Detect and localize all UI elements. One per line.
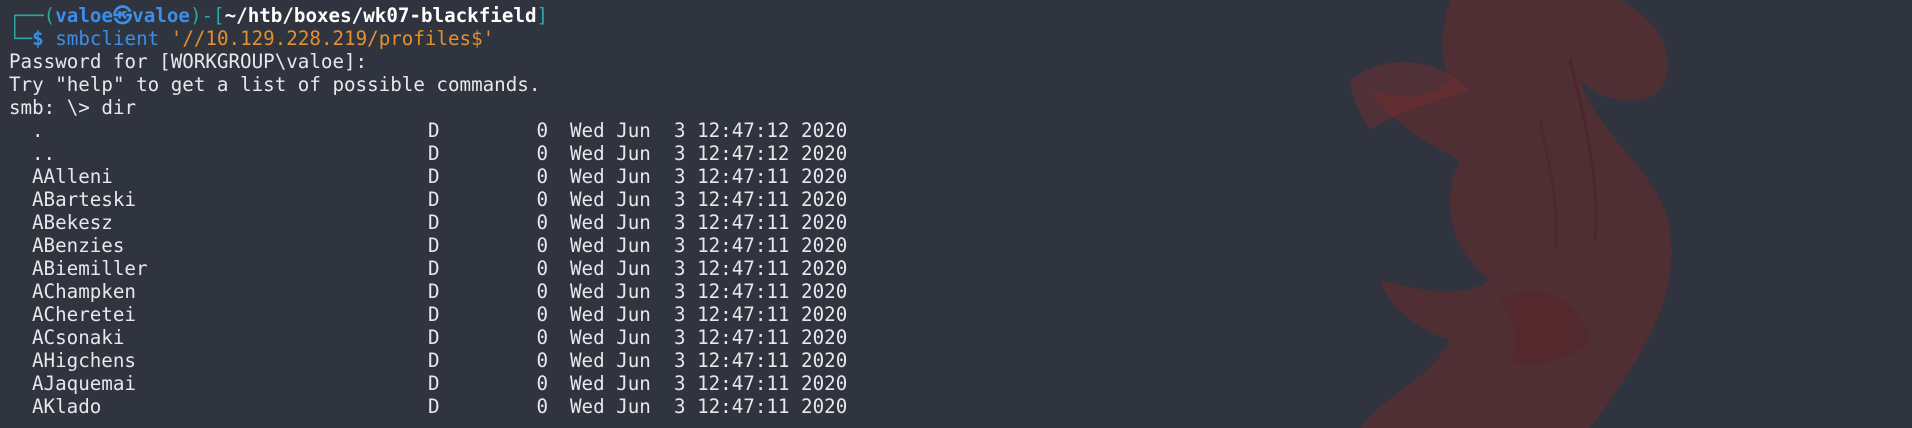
help-hint: Try "help" to get a list of possible com… xyxy=(9,73,541,96)
smb-prompt: smb: \> xyxy=(9,96,102,119)
listing-row: AAlleni D 0 Wed Jun 3 12:47:11 2020 xyxy=(9,165,1912,188)
entry-date: Wed Jun 3 12:47:11 2020 xyxy=(570,349,848,372)
command-name: smbclient xyxy=(55,27,160,50)
entry-size: 0 xyxy=(536,142,548,165)
entry-date: Wed Jun 3 12:47:11 2020 xyxy=(570,165,848,188)
entry-attr: D xyxy=(428,326,440,349)
prompt-path: ~/htb/boxes/wk07-blackfield xyxy=(224,4,537,27)
entry-attr: D xyxy=(428,119,440,142)
entry-attr: D xyxy=(428,234,440,257)
prompt-host: valoe xyxy=(132,4,190,27)
entry-date: Wed Jun 3 12:47:11 2020 xyxy=(570,303,848,326)
entry-date: Wed Jun 3 12:47:11 2020 xyxy=(570,395,848,418)
entry-size: 0 xyxy=(536,211,548,234)
entry-attr: D xyxy=(428,395,440,418)
smb-prompt-line: smb: \> dir xyxy=(9,96,1912,119)
listing-row: ACheretei D 0 Wed Jun 3 12:47:11 2020 xyxy=(9,303,1912,326)
entry-name: ABarteski xyxy=(32,188,136,211)
entry-size: 0 xyxy=(536,395,548,418)
entry-name: . xyxy=(32,119,44,142)
entry-date: Wed Jun 3 12:47:11 2020 xyxy=(570,211,848,234)
entry-name: AChampken xyxy=(32,280,136,303)
prompt-frame-bottom: └─ xyxy=(9,27,33,50)
entry-date: Wed Jun 3 12:47:11 2020 xyxy=(570,372,848,395)
entry-size: 0 xyxy=(536,372,548,395)
entry-name: .. xyxy=(32,142,56,165)
entry-name: ACsonaki xyxy=(32,326,125,349)
entry-size: 0 xyxy=(536,257,548,280)
listing-row: AJaquemai D 0 Wed Jun 3 12:47:11 2020 xyxy=(9,372,1912,395)
entry-name: AJaquemai xyxy=(32,372,136,395)
entry-date: Wed Jun 3 12:47:11 2020 xyxy=(570,188,848,211)
terminal-output: ┌──(valoe㉿valoe)-[~/htb/boxes/wk07-black… xyxy=(9,4,1912,428)
entry-size: 0 xyxy=(536,349,548,372)
listing-row: ABenzies D 0 Wed Jun 3 12:47:11 2020 xyxy=(9,234,1912,257)
command-line: └─$ smbclient '//10.129.228.219/profiles… xyxy=(9,27,1912,50)
entry-attr: D xyxy=(428,257,440,280)
entry-size: 0 xyxy=(536,119,548,142)
prompt-frame-end: ] xyxy=(536,4,549,27)
entry-name: AAlleni xyxy=(32,165,113,188)
entry-name: ABiemiller xyxy=(32,257,148,280)
listing-row: ABekesz D 0 Wed Jun 3 12:47:11 2020 xyxy=(9,211,1912,234)
password-prompt: Password for [WORKGROUP\valoe]: xyxy=(9,50,368,73)
entry-name: AHigchens xyxy=(32,349,136,372)
entry-size: 0 xyxy=(536,234,548,257)
entry-size: 0 xyxy=(536,303,548,326)
listing-row: ABarteski D 0 Wed Jun 3 12:47:11 2020 xyxy=(9,188,1912,211)
entry-name: ABekesz xyxy=(32,211,113,234)
entry-attr: D xyxy=(428,280,440,303)
entry-attr: D xyxy=(428,165,440,188)
prompt-dollar: $ xyxy=(32,27,44,50)
entry-size: 0 xyxy=(536,165,548,188)
entry-size: 0 xyxy=(536,188,548,211)
listing-row: .. D 0 Wed Jun 3 12:47:12 2020 xyxy=(9,142,1912,165)
listing-row: ACsonaki D 0 Wed Jun 3 12:47:11 2020 xyxy=(9,326,1912,349)
prompt-line: ┌──(valoe㉿valoe)-[~/htb/boxes/wk07-black… xyxy=(9,4,1912,27)
entry-date: Wed Jun 3 12:47:12 2020 xyxy=(570,119,848,142)
prompt-user: valoe xyxy=(55,4,113,27)
entry-date: Wed Jun 3 12:47:12 2020 xyxy=(570,142,848,165)
entry-date: Wed Jun 3 12:47:11 2020 xyxy=(570,280,848,303)
prompt-at-symbol: ㉿ xyxy=(112,4,133,27)
entry-name: ABenzies xyxy=(32,234,125,257)
entry-size: 0 xyxy=(536,280,548,303)
entry-attr: D xyxy=(428,303,440,326)
listing-row: ABiemiller D 0 Wed Jun 3 12:47:11 2020 xyxy=(9,257,1912,280)
listing-row: AHigchens D 0 Wed Jun 3 12:47:11 2020 xyxy=(9,349,1912,372)
listing-row: . D 0 Wed Jun 3 12:47:12 2020 xyxy=(9,119,1912,142)
entry-attr: D xyxy=(428,211,440,234)
prompt-frame-top: ┌──( xyxy=(9,4,56,27)
entry-attr: D xyxy=(428,142,440,165)
prompt-frame-mid: )-[ xyxy=(189,4,225,27)
command-argument: '//10.129.228.219/profiles$' xyxy=(170,27,495,50)
entry-date: Wed Jun 3 12:47:11 2020 xyxy=(570,234,848,257)
listing-row: AKlado D 0 Wed Jun 3 12:47:11 2020 xyxy=(9,395,1912,418)
entry-date: Wed Jun 3 12:47:11 2020 xyxy=(570,257,848,280)
entry-name: ACheretei xyxy=(32,303,136,326)
entry-attr: D xyxy=(428,372,440,395)
entry-date: Wed Jun 3 12:47:11 2020 xyxy=(570,326,848,349)
smb-command: dir xyxy=(101,96,137,119)
listing-row: AChampken D 0 Wed Jun 3 12:47:11 2020 xyxy=(9,280,1912,303)
entry-attr: D xyxy=(428,188,440,211)
entry-attr: D xyxy=(428,349,440,372)
entry-name: AKlado xyxy=(32,395,102,418)
entry-size: 0 xyxy=(536,326,548,349)
